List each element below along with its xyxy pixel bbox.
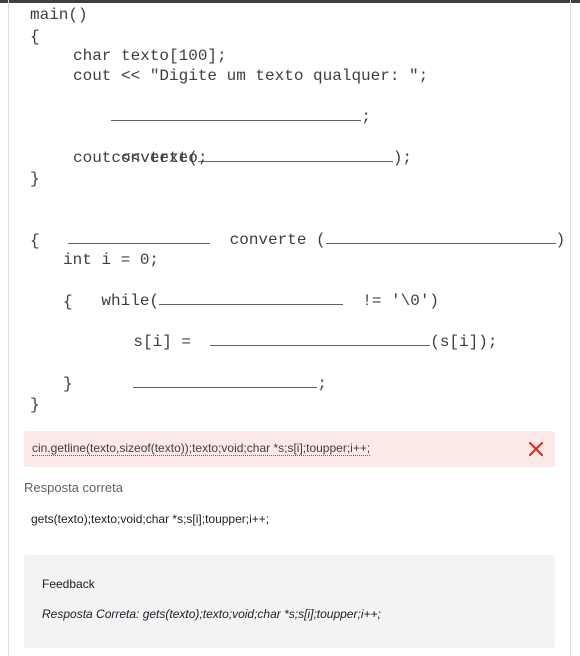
blank-input-1[interactable]: [111, 106, 362, 121]
semicolon: ;: [317, 375, 328, 393]
code-line-while-open-brace: {: [63, 293, 73, 311]
converte-def-head: converte (: [229, 231, 326, 249]
code-line-main: main(): [30, 6, 88, 24]
converte-def-tail: ): [555, 231, 566, 249]
code-line-increment: ;: [95, 355, 327, 411]
code-line-int-i: int i = 0;: [63, 251, 160, 269]
blank-input-6[interactable]: [210, 331, 431, 346]
blank-input-2[interactable]: [197, 147, 393, 162]
code-line-close-brace: }: [30, 170, 40, 188]
code-line-def-open-brace: {: [30, 232, 40, 250]
assign-tail: (s[i]);: [430, 333, 498, 351]
blank-input-3[interactable]: [68, 229, 211, 244]
assign-head: s[i] =: [133, 333, 192, 351]
code-line-open-brace: {: [30, 28, 40, 46]
blank-input-5[interactable]: [159, 290, 344, 305]
converte-call-tail: );: [392, 149, 413, 167]
submitted-answer-text: cin.getline(texto,sizeof(texto));texto;v…: [32, 441, 371, 456]
feedback-box: Feedback Resposta Correta: gets(texto);t…: [24, 555, 555, 648]
while-tail: != '\0'): [362, 292, 440, 310]
semicolon: ;: [361, 108, 372, 126]
right-border: [570, 0, 571, 656]
code-line-cout-texto: cout << texto;: [73, 149, 208, 167]
left-border: [8, 0, 9, 656]
code-line-while-close-brace: }: [63, 375, 73, 393]
blank-input-4[interactable]: [325, 229, 556, 244]
code-line-cout-prompt: cout << "Digite um texto qualquer: ";: [73, 67, 429, 85]
correct-answer-label: Resposta correta: [24, 480, 123, 495]
while-head: while(: [101, 292, 160, 310]
incorrect-x-icon: [528, 441, 544, 457]
submitted-answer: cin.getline(texto,sizeof(texto));texto;v…: [32, 441, 371, 456]
blank-input-7[interactable]: [133, 373, 318, 388]
code-line-def-close-brace: }: [30, 396, 40, 414]
feedback-title: Feedback: [42, 577, 95, 591]
correct-answer-text: gets(texto);texto;void;char *s;s[i];toup…: [31, 512, 270, 526]
feedback-text: Resposta Correta: gets(texto);texto;void…: [42, 607, 381, 621]
submitted-answer-box: cin.getline(texto,sizeof(texto));texto;v…: [24, 431, 555, 467]
top-border: [0, 0, 580, 3]
code-line-char-decl: char texto[100];: [73, 47, 227, 65]
code-block: main() { char texto[100]; cout << "Digit…: [0, 0, 580, 414]
